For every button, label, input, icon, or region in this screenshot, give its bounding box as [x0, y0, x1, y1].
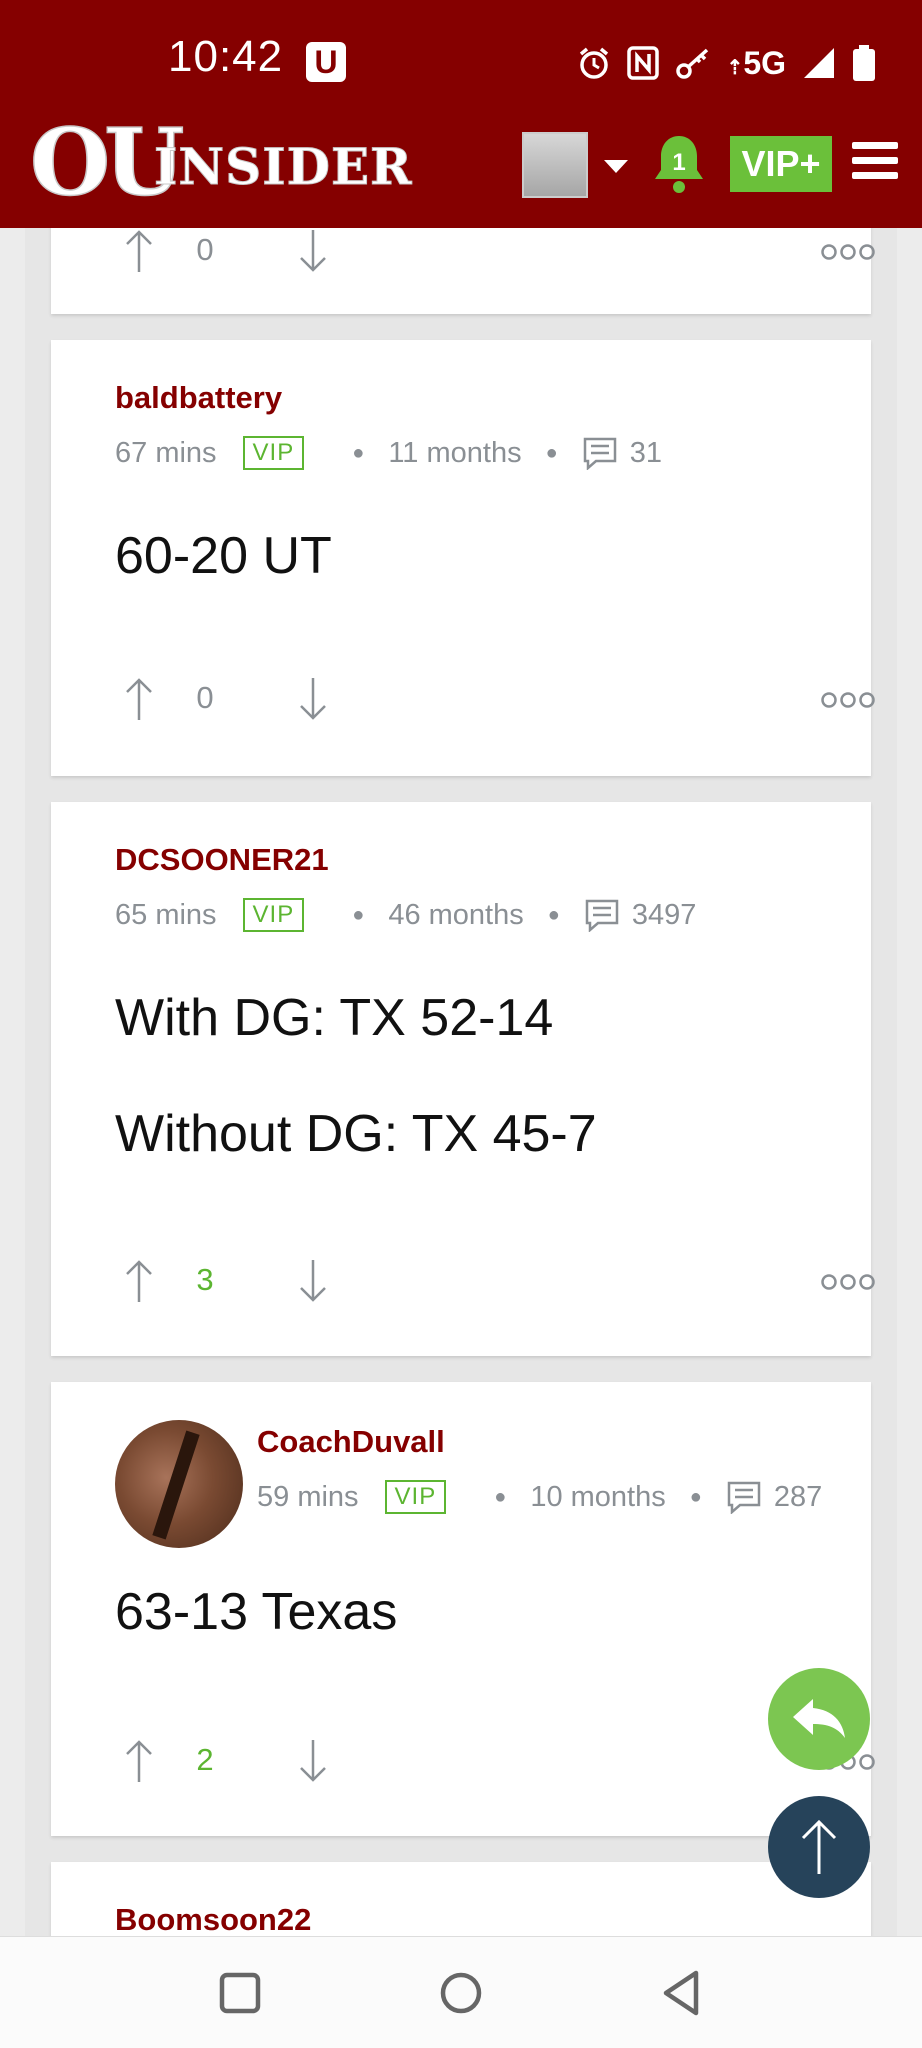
status-bar: 10:42 U ⇡5G [0, 0, 922, 118]
separator-dot: ● [689, 1485, 702, 1508]
post-card: 0 [51, 228, 875, 314]
post-time: 65 mins [115, 898, 217, 931]
status-time: 10:42 [168, 32, 284, 81]
scroll-to-top-button[interactable] [768, 1796, 870, 1898]
post-body-line: 63-13 Texas [115, 1583, 398, 1641]
post-body-line: With DG: TX 52-14 [115, 989, 554, 1047]
back-icon[interactable] [654, 1965, 710, 2021]
member-duration: 11 months [388, 436, 522, 469]
post-card: Boomsoon22 [51, 1862, 871, 1936]
signal-icon [804, 48, 834, 78]
separator-dot: ● [352, 441, 365, 464]
downvote-arrow-icon[interactable] [295, 1258, 331, 1304]
post-meta: 67 mins VIP ● 11 months ● 31 [115, 436, 662, 470]
vip-badge: VIP [242, 436, 305, 470]
post-card: CoachDuvall 59 mins VIP ● 10 months ● 28… [51, 1382, 875, 1836]
comment-icon [585, 899, 619, 932]
comment-icon [583, 437, 616, 470]
upvote-arrow-icon[interactable] [121, 228, 157, 274]
user-avatar-button[interactable] [522, 132, 588, 198]
post-author[interactable]: DCSOONER21 [115, 842, 329, 878]
upvote-arrow-icon[interactable] [121, 676, 157, 722]
svg-text:INSIDER: INSIDER [154, 137, 413, 196]
ou-insider-logo[interactable]: OU INSIDER [30, 116, 426, 204]
notification-count: 1 [672, 149, 685, 176]
post-author[interactable]: baldbattery [115, 380, 282, 416]
post-author[interactable]: Boomsoon22 [115, 1902, 311, 1936]
vote-bar: 0 [91, 228, 875, 278]
system-nav-bar [0, 1936, 922, 2048]
comment-icon [727, 1481, 761, 1514]
vote-count: 2 [196, 1742, 214, 1777]
post-count: 3497 [631, 898, 697, 931]
downvote-arrow-icon[interactable] [295, 1738, 331, 1784]
separator-dot: ● [545, 441, 558, 464]
vote-count: 0 [196, 232, 214, 267]
vip-badge: VIP [384, 1480, 447, 1514]
vote-bar: 3 [91, 1258, 875, 1308]
separator-dot: ● [547, 903, 560, 926]
reply-icon [793, 1699, 845, 1738]
post-card: DCSOONER21 65 mins VIP ● 46 months ● 349… [51, 802, 875, 1356]
separator-dot: ● [352, 903, 365, 926]
more-options-icon[interactable] [821, 690, 875, 710]
home-icon[interactable] [433, 1965, 489, 2021]
app-notification-icon: U [306, 42, 346, 82]
downvote-arrow-icon[interactable] [295, 676, 331, 722]
post-meta: 59 mins VIP ● 10 months ● 287 [257, 1480, 822, 1514]
separator-dot: ● [494, 1485, 507, 1508]
bell-icon[interactable]: 1 [652, 132, 706, 196]
post-meta: 65 mins VIP ● 46 months ● 3497 [115, 898, 696, 932]
post-card: baldbattery 67 mins VIP ● 11 months ● 31… [51, 340, 875, 776]
chevron-down-icon[interactable] [604, 160, 628, 173]
vip-badge: VIP [242, 898, 305, 932]
user-avatar[interactable] [115, 1420, 243, 1548]
reply-button[interactable] [768, 1668, 870, 1770]
post-count: 31 [629, 436, 662, 469]
upvote-arrow-icon[interactable] [121, 1258, 157, 1304]
post-time: 59 mins [257, 1480, 359, 1513]
alarm-icon [579, 47, 608, 79]
app-header: 10:42 U ⇡5G OU INSIDER 1 VIP+ [0, 0, 922, 228]
recent-apps-icon[interactable] [212, 1965, 268, 2021]
post-count: 287 [773, 1480, 823, 1513]
downvote-arrow-icon[interactable] [295, 228, 331, 274]
post-feed[interactable]: 0 baldbattery 67 mins VIP ● 11 months ● … [25, 228, 897, 1936]
member-duration: 10 months [530, 1480, 666, 1513]
vote-bar: 0 [91, 676, 875, 726]
upvote-arrow-icon[interactable] [121, 1738, 157, 1784]
post-body-line: 60-20 UT [115, 527, 332, 585]
member-duration: 46 months [388, 898, 524, 931]
arrow-up-icon [801, 1819, 837, 1874]
post-time: 67 mins [115, 436, 217, 469]
nfc-icon [626, 46, 659, 80]
hamburger-menu-icon[interactable] [852, 142, 898, 184]
network-type: ⇡5G [726, 44, 786, 81]
status-icons: ⇡5G [577, 38, 876, 88]
post-author[interactable]: CoachDuvall [257, 1424, 445, 1460]
vote-bar: 2 [91, 1738, 875, 1788]
vip-plus-button[interactable]: VIP+ [730, 136, 832, 192]
more-options-icon[interactable] [821, 242, 875, 262]
vote-count: 3 [196, 1262, 214, 1297]
vote-count: 0 [196, 680, 214, 715]
post-body-line: Without DG: TX 45-7 [115, 1105, 597, 1163]
more-options-icon[interactable] [821, 1272, 875, 1292]
key-icon [675, 48, 708, 79]
battery-icon [853, 45, 875, 81]
